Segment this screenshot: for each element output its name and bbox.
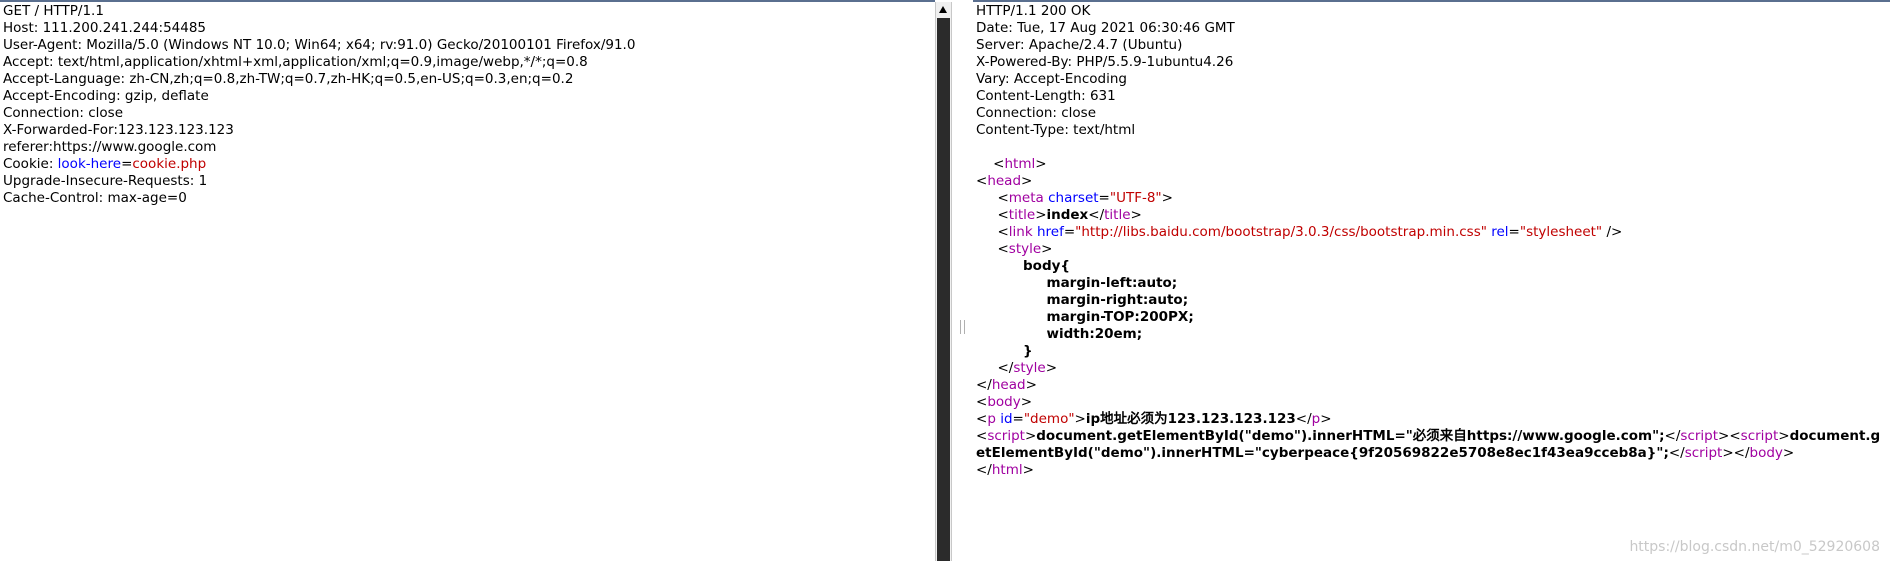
attr-value: "demo" [1023, 411, 1075, 427]
header-date: Date: Tue, 17 Aug 2021 06:30:46 GMT [976, 20, 1235, 36]
header-connection: Connection: close [976, 105, 1096, 121]
header-accept-encoding: Accept-Encoding: gzip, deflate [3, 88, 209, 104]
tag-name: link [1008, 224, 1033, 240]
script-code: document.getElementById("demo").innerHTM… [1036, 428, 1665, 444]
header-cache-control: Cache-Control: max-age=0 [3, 190, 187, 206]
tag-name: body [987, 394, 1021, 410]
css-rule-line: margin-TOP:200PX; [976, 309, 1890, 326]
css-text: margin-left:auto; [1046, 275, 1178, 291]
cookie-value: cookie.php [132, 156, 207, 172]
status-line: HTTP/1.1 200 OK [976, 3, 1091, 19]
css-text: body{ [1023, 258, 1071, 274]
attr-value: "http://libs.baidu.com/bootstrap/3.0.3/c… [1075, 224, 1487, 240]
css-rule-line: margin-right:auto; [976, 292, 1890, 309]
tag-name: title [1008, 207, 1036, 223]
tag-name: meta [1008, 190, 1044, 206]
tag-name: script [1684, 445, 1723, 461]
css-text: width:20em; [1046, 326, 1143, 342]
p-text: ip地址必须为123.123.123.123 [1085, 411, 1296, 427]
tag-name: head [987, 173, 1022, 189]
script-line: <script>document.getElementById("demo").… [976, 428, 1881, 461]
attr-value: "stylesheet" [1519, 224, 1603, 240]
header-referer: referer:https://www.google.com [3, 139, 217, 155]
attr-name: id [1000, 411, 1013, 427]
tag-name: style [1013, 360, 1046, 376]
header-host: Host: 111.200.241.244:54485 [3, 20, 207, 36]
cookie-label: Cookie: [3, 156, 58, 172]
pane-splitter[interactable] [952, 2, 973, 561]
request-vertical-scrollbar[interactable] [935, 2, 952, 561]
tag-name: html [1004, 156, 1036, 172]
header-x-powered-by: X-Powered-By: PHP/5.5.9-1ubuntu4.26 [976, 54, 1234, 70]
tag-name: style [1008, 241, 1042, 257]
header-connection: Connection: close [3, 105, 123, 121]
tag-name: script [987, 428, 1025, 444]
header-x-forwarded-for: X-Forwarded-For:123.123.123.123 [3, 122, 234, 138]
scrollbar-thumb[interactable] [937, 18, 950, 561]
html-close-line: </html> [976, 462, 1034, 478]
header-content-length: Content-Length: 631 [976, 88, 1116, 104]
header-accept-language: Accept-Language: zh-CN,zh;q=0.8,zh-TW;q=… [3, 71, 574, 87]
attr-name: href [1036, 224, 1064, 240]
cookie-equals: = [121, 156, 133, 172]
meta-line: <meta charset="UTF-8"> [976, 190, 1173, 206]
header-vary: Vary: Accept-Encoding [976, 71, 1127, 87]
header-server: Server: Apache/2.4.7 (Ubuntu) [976, 37, 1183, 53]
css-selector-line: body{ [976, 258, 1890, 275]
tag-name: html [991, 462, 1023, 478]
header-content-type: Content-Type: text/html [976, 122, 1136, 138]
css-rule-line: margin-left:auto; [976, 275, 1890, 292]
splitter-grip-icon[interactable] [960, 320, 965, 334]
head-close-line: </head> [976, 377, 1037, 393]
body-open-line: <body> [976, 394, 1033, 410]
response-pane[interactable]: HTTP/1.1 200 OK Date: Tue, 17 Aug 2021 0… [973, 2, 1890, 561]
tag-name: p [1311, 411, 1321, 427]
css-text: margin-right:auto; [1046, 292, 1189, 308]
style-close-line: </style> [976, 360, 1058, 376]
link-line: <link href="http://libs.baidu.com/bootst… [976, 224, 1623, 240]
watermark: https://blog.csdn.net/m0_52920608 [1629, 539, 1880, 555]
title-line: <title>index</title> [976, 207, 1142, 223]
tag-name: script [1740, 428, 1779, 444]
p-line: <p id="demo">ip地址必须为123.123.123.123</p> [976, 411, 1332, 427]
request-text[interactable]: GET / HTTP/1.1 Host: 111.200.241.244:544… [0, 2, 935, 207]
tag-name: body [1749, 445, 1783, 461]
title-text: index [1046, 207, 1089, 223]
css-text: } [1023, 343, 1033, 359]
attr-name: rel [1491, 224, 1509, 240]
header-accept: Accept: text/html,application/xhtml+xml,… [3, 54, 588, 70]
head-open-line: <head> [976, 173, 1033, 189]
tag-name: head [991, 377, 1026, 393]
tag-name: p [987, 411, 996, 427]
header-cookie: Cookie: look-here=cookie.php [3, 156, 935, 173]
tag-name: title [1104, 207, 1131, 223]
css-close-line: } [976, 343, 1890, 360]
style-open-line: <style> [976, 241, 1053, 257]
css-text: margin-TOP:200PX; [1046, 309, 1194, 325]
attr-value: "UTF-8" [1109, 190, 1162, 206]
request-line: GET / HTTP/1.1 [3, 3, 104, 19]
header-upgrade-insecure-requests: Upgrade-Insecure-Requests: 1 [3, 173, 208, 189]
tag-name: script [1680, 428, 1719, 444]
response-text[interactable]: HTTP/1.1 200 OK Date: Tue, 17 Aug 2021 0… [973, 2, 1890, 479]
scroll-up-arrow-icon[interactable] [939, 6, 947, 13]
css-rule-line: width:20em; [976, 326, 1890, 343]
html-open-line: <html> [976, 156, 1047, 172]
header-user-agent: User-Agent: Mozilla/5.0 (Windows NT 10.0… [3, 37, 636, 53]
attr-name: charset [1048, 190, 1099, 206]
cookie-name: look-here [57, 156, 122, 172]
request-pane[interactable]: GET / HTTP/1.1 Host: 111.200.241.244:544… [0, 2, 935, 561]
